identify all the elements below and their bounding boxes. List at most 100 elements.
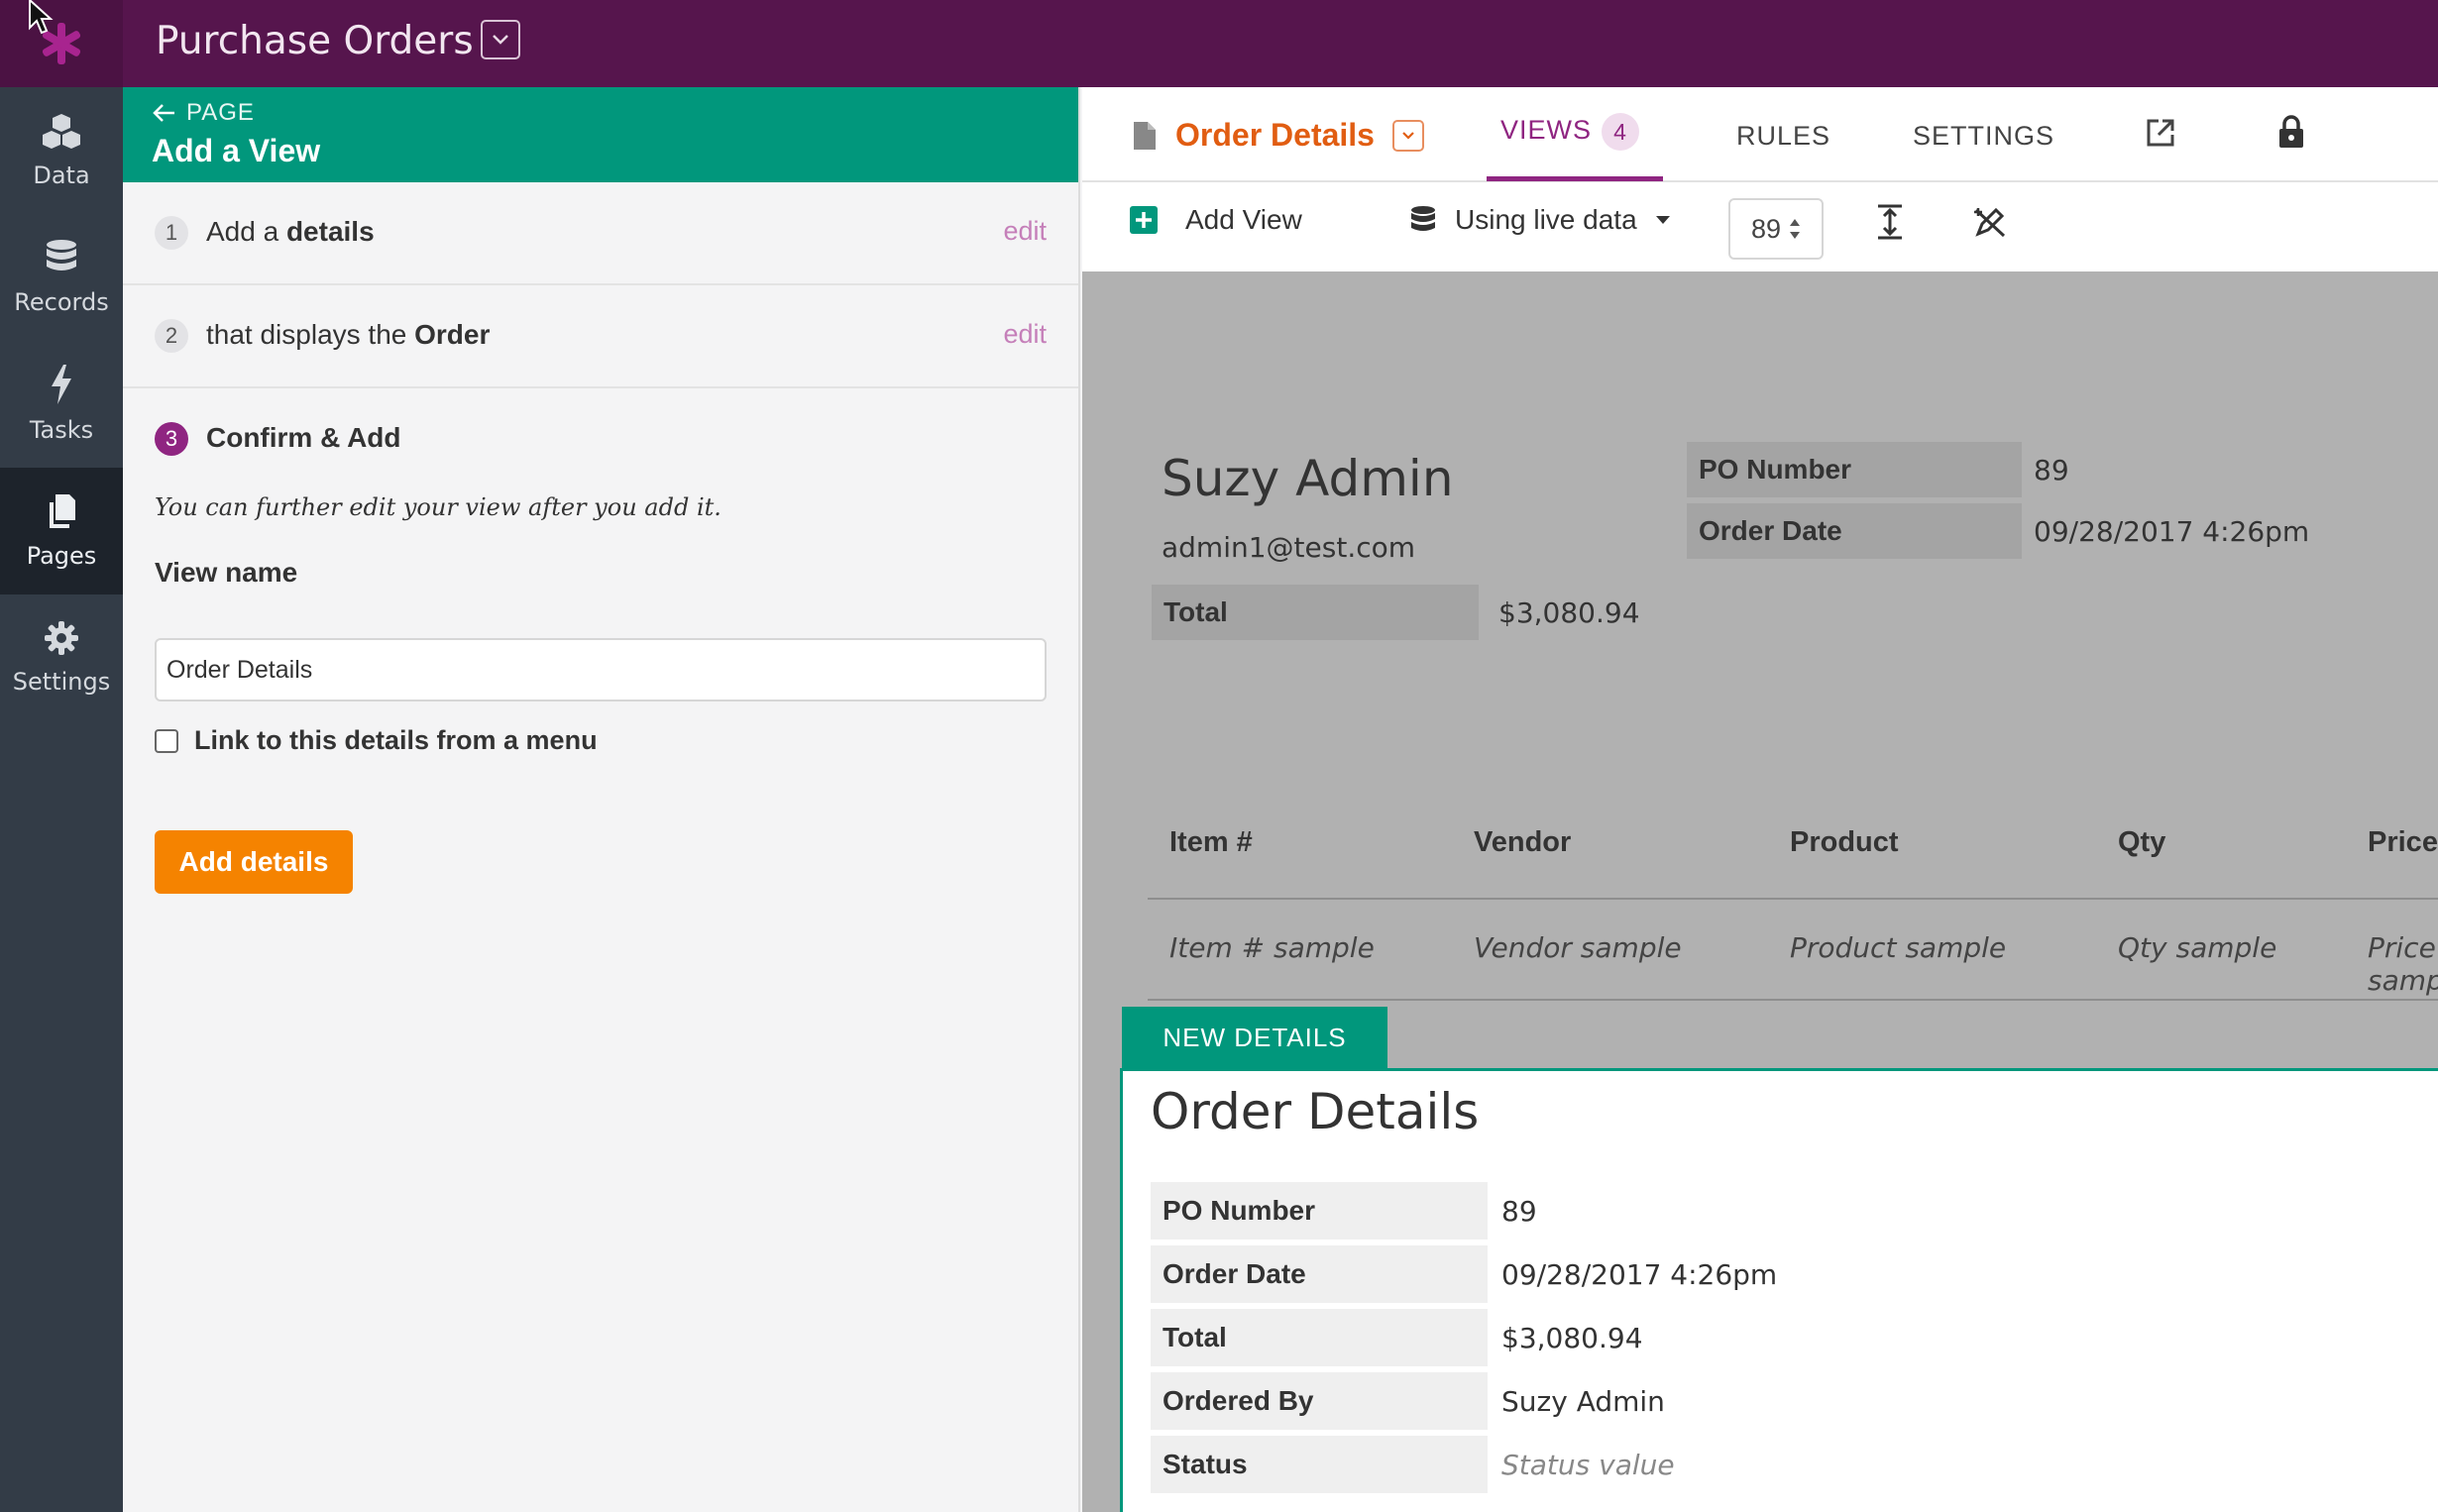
current-view-name: Order Details xyxy=(1175,117,1375,153)
vertical-expand-icon xyxy=(1878,204,1902,240)
step-prefix: that displays the xyxy=(206,319,415,350)
panel-header: PAGE Add a View xyxy=(123,87,1078,182)
lock-button[interactable] xyxy=(2277,115,2305,149)
sidebar-item-tasks[interactable]: Tasks xyxy=(0,341,123,468)
step-bold: details xyxy=(285,216,375,247)
sidebar-item-label: Tasks xyxy=(29,416,94,444)
view-name-input[interactable] xyxy=(155,638,1047,702)
back-to-page-link[interactable]: PAGE xyxy=(153,99,255,127)
table-cell: Price sample xyxy=(2368,931,2438,997)
cubes-icon xyxy=(43,114,80,149)
order-date-label: Order Date xyxy=(1687,503,2022,559)
step-prefix: Add a xyxy=(206,216,286,247)
add-view-panel: PAGE Add a View 1 Add a details edit 2 t… xyxy=(123,87,1080,1512)
database-icon xyxy=(1411,206,1435,231)
table-header: Price xyxy=(2368,826,2438,858)
tab-views-label: VIEWS xyxy=(1500,115,1593,146)
step-text: Add a details xyxy=(206,216,375,248)
detail-label: Status xyxy=(1151,1436,1488,1493)
sidebar-item-label: Pages xyxy=(26,542,97,570)
link-menu-label[interactable]: Link to this details from a menu xyxy=(194,725,598,756)
tab-rules[interactable]: RULES xyxy=(1736,121,1830,152)
table-header: Item # xyxy=(1169,826,1253,858)
detail-value: $3,080.94 xyxy=(1501,1321,1643,1354)
tab-settings[interactable]: SETTINGS xyxy=(1913,121,2054,152)
detail-value: 89 xyxy=(1501,1194,1537,1228)
lock-icon xyxy=(2279,115,2303,148)
sidebar-item-records[interactable]: Records xyxy=(0,214,123,341)
view-dropdown[interactable] xyxy=(1391,119,1424,152)
sidebar-nav: Data Records Tasks Pages Settings xyxy=(0,87,123,1512)
data-mode-dropdown[interactable]: Using live data xyxy=(1409,204,1671,236)
open-external-button[interactable] xyxy=(2145,117,2176,149)
step-3-number: 3 xyxy=(155,422,188,456)
record-selector[interactable]: 89 xyxy=(1728,198,1824,260)
table-cell: Qty sample xyxy=(2118,931,2277,964)
active-tab-indicator xyxy=(1487,176,1663,181)
table-cell: Vendor sample xyxy=(1474,931,1682,964)
database-icon xyxy=(47,240,76,270)
new-view-title: Order Details xyxy=(1151,1083,1480,1140)
app-menu-dropdown[interactable] xyxy=(481,20,520,59)
detail-value: Status value xyxy=(1501,1448,1675,1481)
new-details-view[interactable]: Order Details PO Number 89 Order Date 09… xyxy=(1120,1068,2438,1512)
toggle-design-button[interactable] xyxy=(1972,204,2008,240)
plus-square-icon xyxy=(1130,206,1158,234)
table-divider xyxy=(1148,999,2438,1001)
step-number: 2 xyxy=(155,319,188,353)
add-view-label: Add View xyxy=(1185,204,1302,235)
current-view-selector[interactable]: Order Details xyxy=(1132,117,1424,154)
po-number-label: PO Number xyxy=(1687,442,2022,497)
customer-email[interactable]: admin1@test.com xyxy=(1162,531,1415,564)
link-menu-checkbox[interactable] xyxy=(155,728,178,753)
detail-value: 09/28/2017 4:26pm xyxy=(1501,1257,1778,1291)
step-number: 1 xyxy=(155,216,188,250)
sidebar-item-label: Settings xyxy=(12,668,111,696)
external-link-icon xyxy=(2147,119,2174,147)
add-view-button[interactable]: Add View xyxy=(1130,204,1302,236)
po-number-value: 89 xyxy=(2034,453,2069,486)
sidebar-item-data[interactable]: Data xyxy=(0,87,123,214)
table-header: Qty xyxy=(2118,826,2166,858)
gear-icon xyxy=(45,621,78,655)
view-name-label: View name xyxy=(155,557,298,588)
vertical-spacing-button[interactable] xyxy=(1875,204,1905,240)
app-logo[interactable] xyxy=(0,0,123,87)
views-count-badge: 4 xyxy=(1602,113,1640,151)
sidebar-item-settings[interactable]: Settings xyxy=(0,594,123,721)
view-editor-header: Order Details VIEWS 4 RULES SETTINGS Add… xyxy=(1082,87,2438,271)
detail-label: PO Number xyxy=(1151,1182,1488,1240)
page-preview-canvas: Suzy Admin admin1@test.com Total $3,080.… xyxy=(1082,271,2438,1512)
tab-views[interactable]: VIEWS 4 xyxy=(1500,113,1640,151)
step-2: 2 that displays the Order edit xyxy=(123,285,1078,388)
table-header: Vendor xyxy=(1474,826,1572,858)
add-details-button[interactable]: Add details xyxy=(155,830,353,894)
back-link-label: PAGE xyxy=(186,99,255,126)
detail-value: Suzy Admin xyxy=(1501,1384,1665,1418)
arrow-left-icon xyxy=(153,104,174,122)
link-menu-option: Link to this details from a menu xyxy=(155,725,598,756)
order-date-value: 09/28/2017 4:26pm xyxy=(2034,514,2310,548)
step-bold: Order xyxy=(414,319,491,350)
step-3-title: Confirm & Add xyxy=(206,422,401,453)
bolt-icon xyxy=(52,365,71,404)
app-title: Purchase Orders xyxy=(156,19,474,63)
table-cell: Product sample xyxy=(1790,931,2007,964)
step-hint: You can further edit your view after you… xyxy=(155,493,721,521)
sidebar-item-label: Data xyxy=(33,162,90,189)
panel-title: Add a View xyxy=(152,133,321,168)
file-icon xyxy=(1134,121,1156,150)
customer-name[interactable]: Suzy Admin xyxy=(1162,450,1454,507)
sidebar-item-pages[interactable]: Pages xyxy=(0,468,123,594)
detail-label: Total xyxy=(1151,1309,1488,1366)
total-value: $3,080.94 xyxy=(1498,595,1640,629)
step-2-edit-link[interactable]: edit xyxy=(1003,319,1047,350)
step-1: 1 Add a details edit xyxy=(123,182,1078,285)
design-off-icon xyxy=(1974,207,2006,238)
sidebar-item-label: Records xyxy=(14,288,109,316)
step-1-edit-link[interactable]: edit xyxy=(1003,216,1047,247)
chevron-down-icon xyxy=(493,35,508,45)
sort-icon xyxy=(1790,219,1801,239)
step-text: that displays the Order xyxy=(206,319,490,351)
new-details-tab[interactable]: NEW DETAILS xyxy=(1122,1007,1387,1068)
